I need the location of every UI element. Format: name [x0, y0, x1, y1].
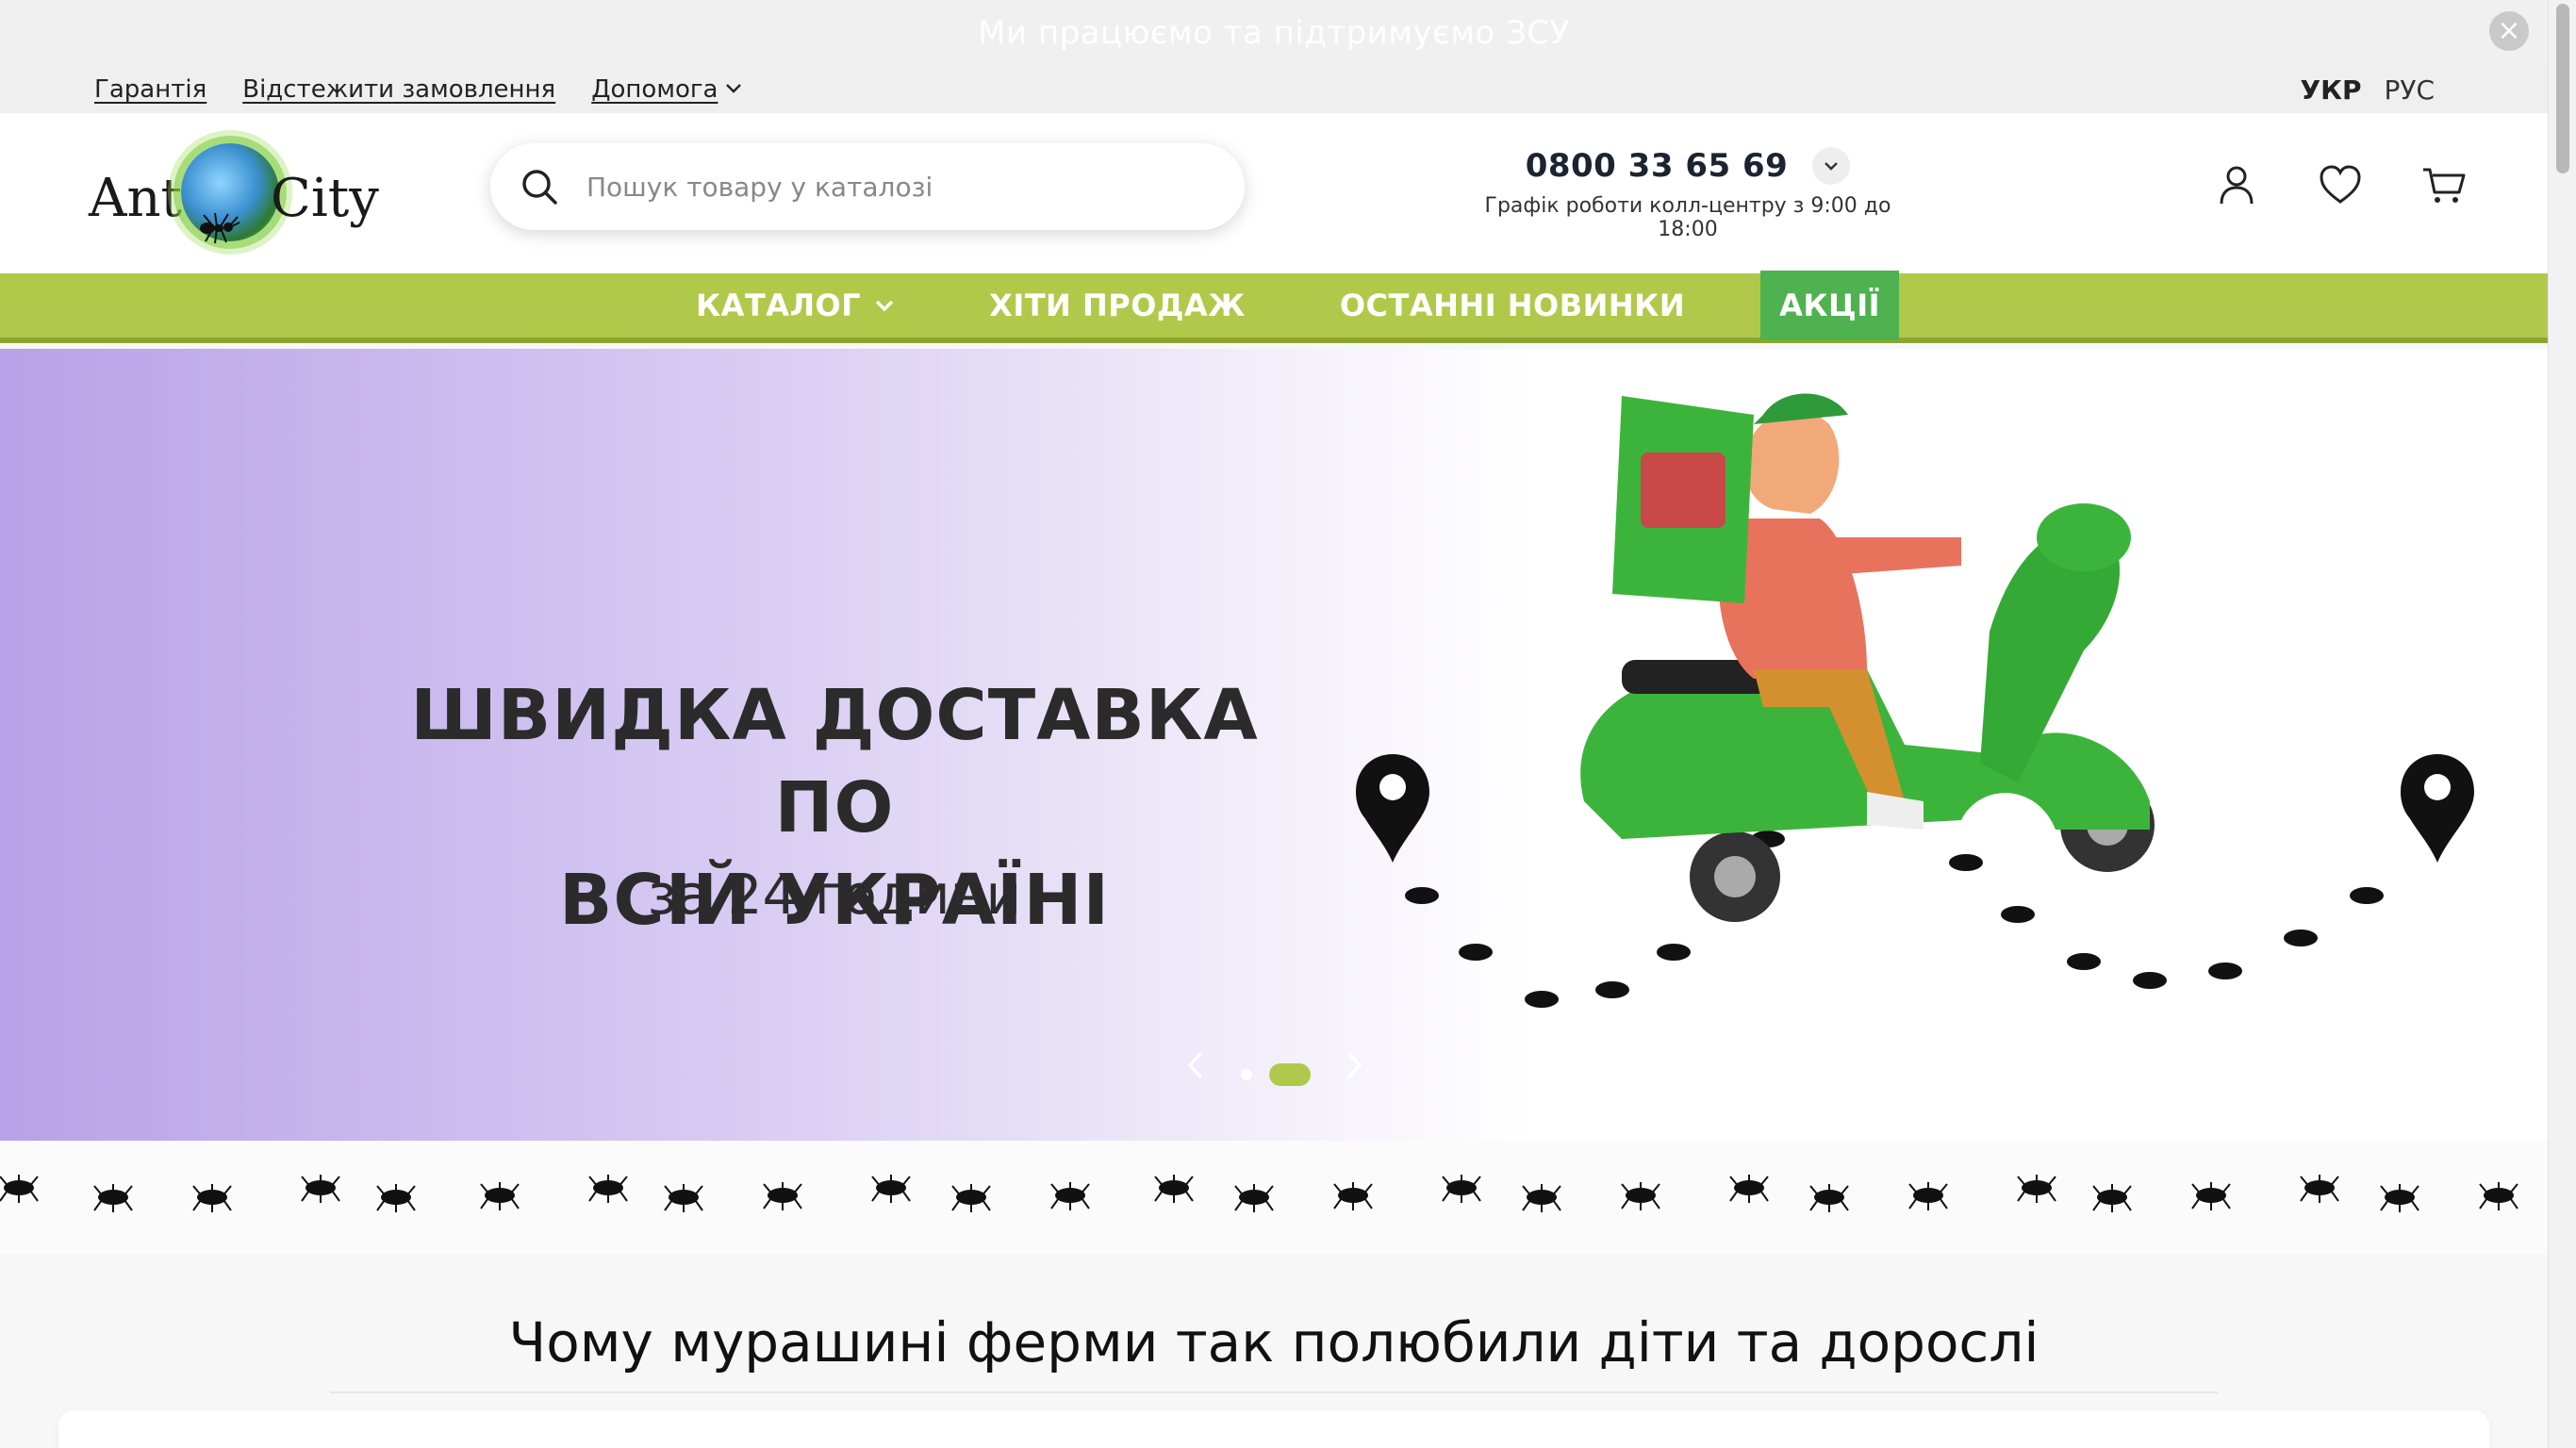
ant-icon	[198, 209, 241, 256]
content-card	[58, 1410, 2489, 1448]
header-actions	[2214, 162, 2467, 207]
logo[interactable]: Ant City	[87, 134, 379, 266]
language-rus[interactable]: РУС	[2385, 74, 2436, 106]
call-center-schedule: Графік роботи колл-центру з 9:00 до 18:0…	[1484, 194, 1891, 241]
delivery-scooter-illustration	[1356, 393, 2474, 1008]
chevron-down-icon[interactable]	[1812, 147, 1851, 185]
language-switcher: УКР РУС	[2301, 74, 2436, 106]
help-link[interactable]: Допомога	[591, 75, 718, 104]
close-icon[interactable]: ×	[2489, 11, 2529, 51]
chevron-left-icon[interactable]	[1177, 1046, 1214, 1084]
logo-word-city: City	[271, 168, 379, 229]
nav-bestsellers[interactable]: ХІТИ ПРОДАЖ	[942, 271, 1293, 340]
search-icon[interactable]	[519, 166, 560, 207]
page: Ми працюємо та підтримуємо ЗСУ × Гаранті…	[0, 0, 2548, 1448]
chevron-down-icon	[725, 76, 742, 99]
user-icon[interactable]	[2214, 162, 2259, 207]
search-bar	[490, 143, 1245, 230]
cart-icon[interactable]	[2421, 162, 2467, 207]
site-header: Ant City 0800 33 65 69	[0, 113, 2548, 273]
ant-border-decoration	[0, 1141, 2548, 1254]
heart-icon[interactable]	[2318, 162, 2363, 207]
warranty-link[interactable]: Гарантія	[94, 75, 206, 104]
utility-bar: Гарантія Відстежити замовлення Допомога …	[0, 66, 2548, 113]
announcement-text: Ми працюємо та підтримуємо ЗСУ	[978, 14, 1570, 52]
slider-dot-2[interactable]	[1269, 1063, 1311, 1086]
contact-block: 0800 33 65 69 Графік роботи колл-центру …	[1471, 147, 1905, 241]
section-heading: Чому мурашині ферми так полюбили діти та…	[508, 1310, 2039, 1374]
nav-promotions[interactable]: АКЦІЇ	[1760, 271, 1900, 340]
search-input[interactable]	[586, 171, 1228, 203]
help-dropdown[interactable]: Допомога	[591, 75, 742, 104]
location-pin-icon	[2401, 754, 2474, 863]
hero-banner[interactable]: ШВИДКА ДОСТАВКА ПО ВСІЙ УКРАЇНІ за 24 го…	[0, 349, 2548, 1141]
nav-catalog-label: КАТАЛОГ	[695, 288, 862, 323]
main-nav: КАТАЛОГ ХІТИ ПРОДАЖ ОСТАННІ НОВИНКИ АКЦІ…	[0, 271, 2548, 343]
hero-title-line-1: ШВИДКА ДОСТАВКА ПО	[410, 675, 1259, 848]
chevron-down-icon	[874, 294, 895, 318]
slider-dot-1[interactable]	[1241, 1069, 1252, 1080]
language-ukr[interactable]: УКР	[2301, 74, 2362, 106]
nav-catalog[interactable]: КАТАЛОГ	[649, 271, 942, 340]
track-order-link[interactable]: Відстежити замовлення	[242, 75, 555, 104]
chevron-right-icon[interactable]	[1335, 1046, 1373, 1084]
logo-word-ant: Ant	[89, 168, 183, 229]
announcement-bar: Ми працюємо та підтримуємо ЗСУ ×	[0, 0, 2548, 66]
phone-number[interactable]: 0800 33 65 69	[1526, 147, 1789, 185]
scrollbar[interactable]	[2548, 0, 2576, 1448]
nav-new-arrivals[interactable]: ОСТАННІ НОВИНКИ	[1293, 271, 1732, 340]
location-pin-icon	[1356, 754, 1429, 863]
scrollbar-thumb[interactable]	[2556, 4, 2569, 173]
divider	[330, 1391, 2218, 1393]
hero-subtitle: за 24 години	[647, 863, 1022, 927]
